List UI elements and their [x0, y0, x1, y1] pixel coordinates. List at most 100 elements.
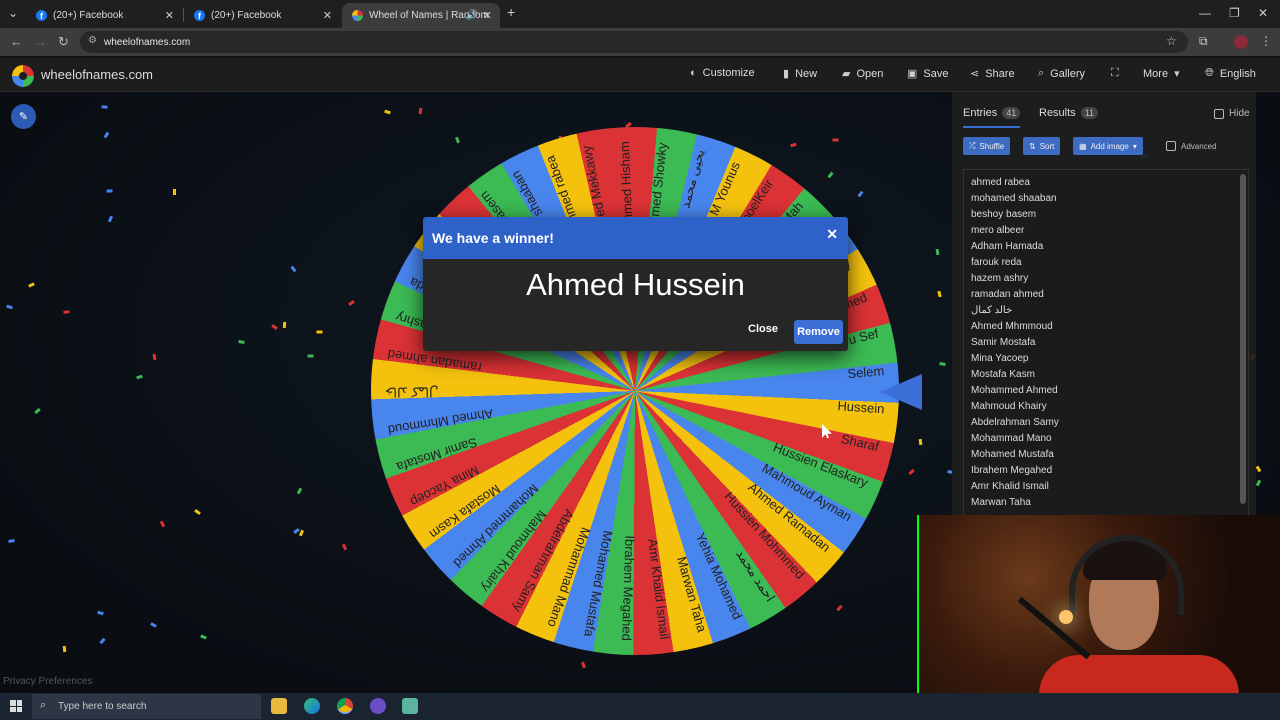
shuffle-button[interactable]: ⤮ Shuffle: [963, 137, 1011, 155]
close-button[interactable]: Close: [748, 323, 778, 335]
confetti-piece: [316, 330, 323, 334]
facebook-icon: f: [194, 10, 205, 21]
address-bar[interactable]: ⚙ wheelofnames.com: [80, 31, 1188, 53]
entry-item: mero albeer: [971, 225, 1025, 236]
fullscreen-icon: ⛶: [1111, 67, 1119, 79]
browser-toolbar: ← → ↻ ⚙ wheelofnames.com ☆ ⧉ ⋮: [0, 28, 1280, 56]
sort-button[interactable]: ⇅ Sort: [1023, 137, 1061, 155]
close-tab-icon[interactable]: ✕: [165, 9, 174, 22]
tab-title: (20+) Facebook: [211, 10, 282, 21]
site-name[interactable]: wheelofnames.com: [41, 67, 153, 82]
profile-avatar[interactable]: [1234, 35, 1248, 49]
entry-item: mohamed shaaban: [971, 193, 1057, 204]
hide-label: Hide: [1229, 108, 1250, 119]
confetti-piece: [8, 539, 15, 543]
edit-pencil-icon[interactable]: ✎: [11, 104, 36, 129]
dialog-header: We have a winner! ✕: [423, 217, 848, 259]
bookmark-star-icon[interactable]: ☆: [1166, 34, 1177, 48]
fullscreen-button[interactable]: ⛶: [1111, 67, 1119, 80]
save-button[interactable]: ▣ Save: [907, 67, 949, 81]
wheel-logo-icon[interactable]: [12, 65, 34, 87]
entries-scrollbar[interactable]: [1240, 174, 1246, 504]
entries-textarea[interactable]: ahmed rabea mohamed shaaban beshoy basem me…: [963, 169, 1249, 522]
new-button[interactable]: ▮ New: [783, 67, 817, 81]
file-explorer-icon[interactable]: [271, 698, 287, 714]
open-button[interactable]: ▰ Open: [842, 67, 884, 81]
taskbar-search-box[interactable]: ⌕ Type here to search: [32, 694, 261, 719]
advanced-toggle[interactable]: Advanced: [1166, 141, 1217, 151]
speaker-icon[interactable]: 🔊: [466, 10, 478, 21]
confetti-piece: [857, 190, 864, 198]
confetti-piece: [107, 215, 114, 223]
new-file-icon: ▮: [783, 68, 790, 80]
entry-item: Ahmed Mhmmoud: [971, 321, 1053, 332]
notepad-icon[interactable]: [402, 698, 418, 714]
results-tab-label: Results: [1039, 107, 1076, 119]
share-label: Share: [985, 67, 1015, 80]
app-header: wheelofnames.com ◐ Customize ▮ New ▰ Open ▣…: [0, 58, 1280, 92]
site-info-icon[interactable]: ⚙: [88, 35, 97, 46]
entry-item: farouk reda: [971, 257, 1022, 268]
confetti-piece: [832, 138, 839, 142]
window-close-icon[interactable]: ✕: [1258, 6, 1268, 20]
entries-list: ahmed rabea mohamed shaaban beshoy basem me…: [964, 170, 1248, 511]
back-icon[interactable]: ←: [10, 34, 23, 49]
entry-item: Adham Hamada: [971, 241, 1044, 252]
obs-icon[interactable]: [370, 698, 386, 714]
hide-checkbox[interactable]: [1214, 108, 1224, 119]
customize-label: Customize: [702, 67, 755, 79]
share-button[interactable]: ⋖ Share: [970, 67, 1015, 81]
tab-search-icon[interactable]: ⌄: [8, 6, 18, 20]
lamp-light: [1059, 610, 1073, 624]
entry-item: hazem ashry: [971, 273, 1029, 284]
chrome-icon[interactable]: [337, 698, 353, 714]
chrome-menu-icon[interactable]: ⋮: [1260, 34, 1272, 48]
confetti-piece: [106, 189, 113, 193]
open-label: Open: [856, 67, 884, 80]
save-label: Save: [923, 67, 949, 80]
add-image-label: Add image: [1090, 141, 1129, 151]
browser-tab-1[interactable]: f (20+) Facebook ✕: [26, 3, 182, 28]
gallery-button[interactable]: ⌕ Gallery: [1038, 67, 1085, 80]
language-button[interactable]: 🌐︎ English: [1205, 67, 1256, 80]
close-tab-icon[interactable]: ✕: [483, 9, 492, 22]
close-tab-icon[interactable]: ✕: [323, 9, 332, 22]
sort-icon: ⇅: [1029, 141, 1036, 151]
shuffle-icon: ⤮: [969, 141, 976, 150]
browser-tab-2[interactable]: f (20+) Facebook ✕: [184, 3, 340, 28]
extensions-icon[interactable]: ⧉: [1199, 34, 1208, 49]
tab-results[interactable]: Results 11: [1039, 107, 1099, 119]
share-icon: ⋖: [970, 68, 980, 80]
tab-entries[interactable]: Entries 41: [963, 107, 1021, 128]
forward-icon[interactable]: →: [34, 34, 47, 49]
privacy-preferences-link[interactable]: Privacy Preferences: [3, 676, 92, 687]
reload-icon[interactable]: ↻: [58, 34, 69, 50]
entries-tab-label: Entries: [963, 107, 998, 119]
more-label: More: [1143, 67, 1169, 80]
minimize-icon[interactable]: —: [1199, 6, 1211, 20]
new-tab-icon[interactable]: +: [507, 4, 515, 20]
sort-label: Sort: [1039, 141, 1055, 151]
confetti-piece: [136, 374, 143, 380]
add-image-button[interactable]: ▦ Add image ▾: [1073, 137, 1143, 155]
close-icon[interactable]: ✕: [826, 226, 838, 243]
confetti-piece: [103, 131, 110, 139]
dialog-title: We have a winner!: [432, 230, 554, 246]
hide-toggle[interactable]: Hide: [1214, 108, 1250, 119]
windows-start-icon[interactable]: [10, 700, 22, 712]
confetti-piece: [298, 529, 305, 537]
confetti-piece: [790, 142, 797, 148]
restore-icon[interactable]: ❐: [1229, 6, 1240, 20]
facebook-icon: f: [36, 10, 47, 21]
advanced-checkbox[interactable]: [1166, 141, 1176, 151]
edge-icon[interactable]: [304, 698, 320, 714]
name-wheel[interactable]: Hussein Sharaf Hussien Elaskary Mahmoud Aym…: [371, 127, 899, 655]
remove-button[interactable]: Remove: [794, 320, 843, 344]
browser-tab-3[interactable]: Wheel of Names | Random 🔊 ✕: [342, 3, 500, 28]
confetti-piece: [307, 354, 314, 358]
entry-item: Mohammed Ahmed: [971, 385, 1058, 396]
winner-name: Ahmed Hussein: [526, 267, 745, 302]
more-button[interactable]: More ▾: [1143, 67, 1180, 81]
entry-item: Mohamed Mustafa: [971, 449, 1054, 460]
customize-button[interactable]: ◐ Customize: [690, 67, 755, 79]
